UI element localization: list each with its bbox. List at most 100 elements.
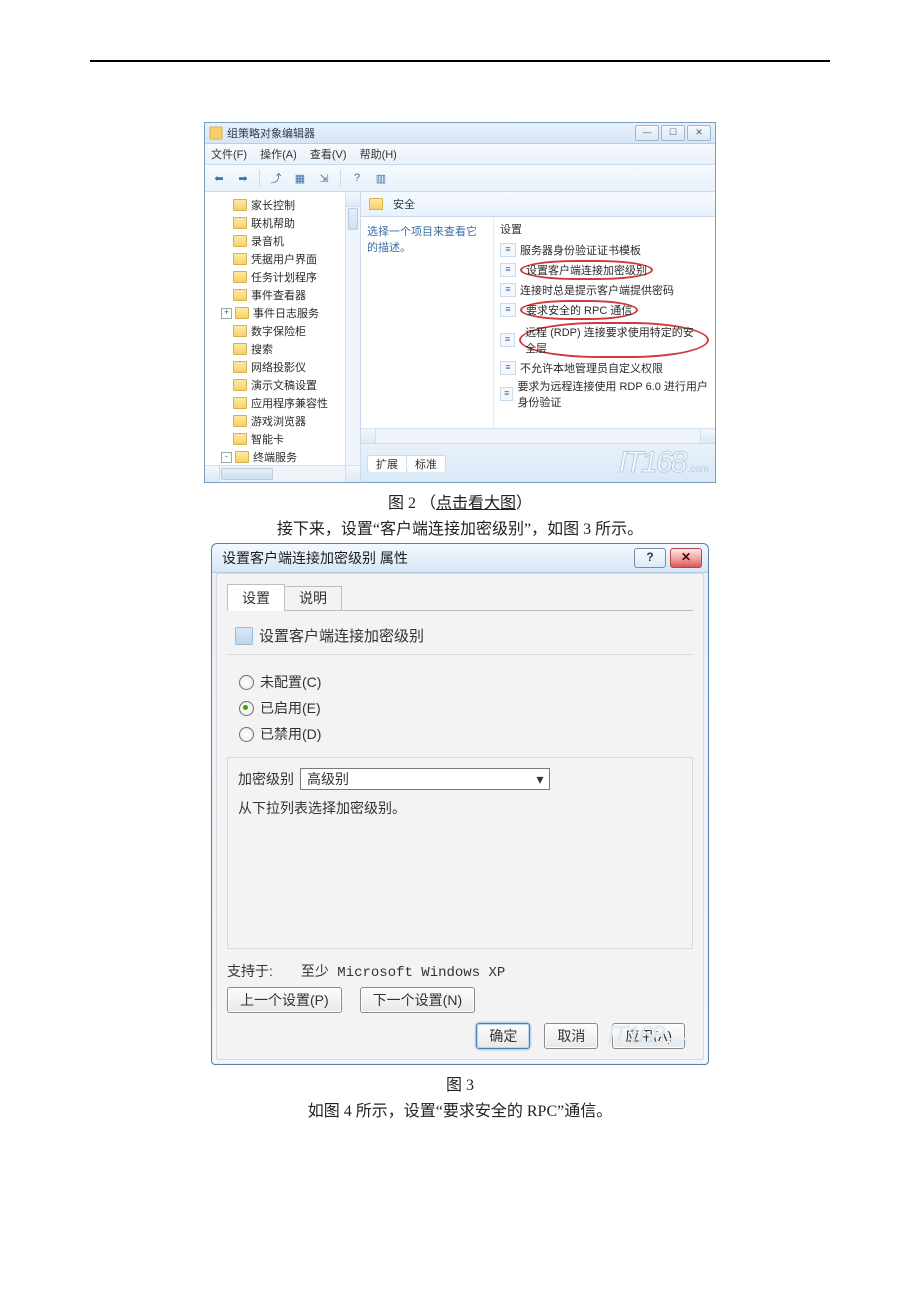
- filter-icon[interactable]: ▥: [371, 168, 391, 188]
- options-fieldset: 加密级别 高级别 ▾ 从下拉列表选择加密级别。: [227, 757, 693, 949]
- dialog-help-button[interactable]: ?: [634, 548, 666, 568]
- tree-item[interactable]: 联机帮助: [211, 214, 358, 232]
- tree-item-label: 智能卡: [251, 431, 284, 447]
- setting-icon: ≡: [500, 283, 516, 297]
- setting-label: 要求为远程连接使用 RDP 6.0 进行用户身份验证: [517, 378, 709, 410]
- tree-item[interactable]: 凭据用户界面: [211, 250, 358, 268]
- tree-scrollbar-h[interactable]: [205, 465, 360, 482]
- radio-enabled[interactable]: 已启用(E): [239, 695, 693, 721]
- next-setting-button[interactable]: 下一个设置(N): [360, 987, 475, 1013]
- setting-icon: ≡: [500, 303, 516, 317]
- tree-item[interactable]: - 终端服务: [211, 448, 358, 466]
- forward-icon[interactable]: ➡: [233, 168, 253, 188]
- tree-item-label: 联机帮助: [251, 215, 295, 231]
- setting-item[interactable]: ≡ 远程 (RDP) 连接要求使用特定的安全层: [500, 321, 709, 359]
- tab-standard[interactable]: 标准: [406, 455, 446, 472]
- help-icon[interactable]: ?: [347, 168, 367, 188]
- setting-item[interactable]: ≡ 要求安全的 RPC 通信: [500, 299, 709, 321]
- figure2-enlarge-link[interactable]: 点击看大图: [436, 495, 516, 512]
- minimize-button[interactable]: —: [635, 125, 659, 141]
- tree-item-label: 数字保险柜: [251, 323, 306, 339]
- folder-icon: [233, 235, 247, 247]
- tab-extended[interactable]: 扩展: [367, 455, 407, 472]
- ok-button[interactable]: 确定: [476, 1023, 530, 1049]
- tree-scrollbar-v[interactable]: [345, 192, 360, 466]
- radio-disabled[interactable]: 已禁用(D): [239, 721, 693, 747]
- setting-icon: ≡: [500, 361, 516, 375]
- supported-on-label: 支持于:: [227, 961, 273, 981]
- body-text-before-fig3: 接下来，设置“客户端连接加密级别”，如图 3 所示。: [180, 515, 740, 539]
- description-text: 选择一个项目来查看它的描述。: [367, 223, 487, 255]
- dropdown-label: 加密级别: [238, 769, 294, 789]
- radio-icon: [239, 701, 254, 716]
- folder-icon: [235, 451, 249, 463]
- dialog-close-button[interactable]: ✕: [670, 548, 702, 568]
- menu-view[interactable]: 查看(V): [310, 149, 347, 161]
- section-title: 设置客户端连接加密级别: [227, 621, 693, 655]
- watermark: IT168.com: [619, 446, 709, 480]
- tab-settings[interactable]: 设置: [227, 584, 285, 611]
- export-icon[interactable]: ⇲: [314, 168, 334, 188]
- tree-item[interactable]: 演示文稿设置: [211, 376, 358, 394]
- setting-item[interactable]: ≡ 服务器身份验证证书模板: [500, 241, 709, 259]
- dropdown-hint: 从下拉列表选择加密级别。: [238, 798, 682, 818]
- radio-icon: [239, 675, 254, 690]
- setting-icon: ≡: [500, 333, 515, 347]
- setting-item[interactable]: ≡要求为远程连接使用 RDP 6.0 进行用户身份验证: [500, 377, 709, 411]
- tree-item[interactable]: 数字保险柜: [211, 322, 358, 340]
- setting-label: 服务器身份验证证书模板: [520, 242, 641, 258]
- maximize-button[interactable]: ☐: [661, 125, 685, 141]
- tree-item[interactable]: 任务计划程序: [211, 268, 358, 286]
- setting-item[interactable]: ≡连接时总是提示客户端提供密码: [500, 281, 709, 299]
- tree-item[interactable]: 事件查看器: [211, 286, 358, 304]
- setting-item[interactable]: ≡不允许本地管理员自定义权限: [500, 359, 709, 377]
- folder-icon: [233, 253, 247, 265]
- figure2-caption: 图 2 （点击看大图）: [180, 489, 740, 513]
- setting-label: 要求安全的 RPC 通信: [520, 300, 638, 320]
- right-scrollbar-h[interactable]: [361, 428, 715, 443]
- tree-item[interactable]: 游戏浏览器: [211, 412, 358, 430]
- expand-icon[interactable]: +: [221, 308, 232, 319]
- tree-item[interactable]: 网络投影仪: [211, 358, 358, 376]
- menu-action[interactable]: 操作(A): [260, 149, 297, 161]
- folder-icon: [233, 361, 247, 373]
- radio-not-configured[interactable]: 未配置(C): [239, 669, 693, 695]
- select-value: 高级别: [307, 769, 349, 789]
- tree-item[interactable]: 录音机: [211, 232, 358, 250]
- tree-item-label: 事件日志服务: [253, 305, 319, 321]
- menubar: 文件(F) 操作(A) 查看(V) 帮助(H): [205, 144, 715, 165]
- tree-item[interactable]: 智能卡: [211, 430, 358, 448]
- tree-item-label: 终端服务: [253, 449, 297, 465]
- back-icon[interactable]: ⬅: [209, 168, 229, 188]
- tree-item[interactable]: 应用程序兼容性: [211, 394, 358, 412]
- setting-label: 远程 (RDP) 连接要求使用特定的安全层: [519, 322, 709, 358]
- right-header: 安全: [361, 192, 715, 217]
- tree-item-label: 游戏浏览器: [251, 413, 306, 429]
- menu-file[interactable]: 文件(F): [211, 149, 247, 161]
- encryption-level-select[interactable]: 高级别 ▾: [300, 768, 550, 790]
- tree-item[interactable]: 家长控制: [211, 196, 358, 214]
- tree-item[interactable]: 搜索: [211, 340, 358, 358]
- tree-item[interactable]: + 事件日志服务: [211, 304, 358, 322]
- previous-setting-button[interactable]: 上一个设置(P): [227, 987, 342, 1013]
- menu-help[interactable]: 帮助(H): [360, 149, 397, 161]
- tab-description[interactable]: 说明: [284, 586, 342, 611]
- toolbar: ⬅ ➡ ⤴ ▦ ⇲ ? ▥: [205, 165, 715, 192]
- folder-icon: [233, 343, 247, 355]
- tree-item-label: 演示文稿设置: [251, 377, 317, 393]
- setting-icon: ≡: [500, 243, 516, 257]
- setting-item[interactable]: ≡设置客户端连接加密级别: [500, 259, 709, 281]
- settings-header: 设置: [500, 221, 709, 237]
- up-icon[interactable]: ⤴: [266, 168, 286, 188]
- policy-icon: [235, 627, 253, 645]
- close-button[interactable]: ✕: [687, 125, 711, 141]
- dialog-titlebar: 设置客户端连接加密级别 属性 ? ✕: [212, 544, 708, 573]
- cancel-button[interactable]: 取消: [544, 1023, 598, 1049]
- apply-button[interactable]: 应用(A): [612, 1023, 685, 1049]
- dialog-title: 设置客户端连接加密级别 属性: [222, 548, 630, 568]
- show-icon[interactable]: ▦: [290, 168, 310, 188]
- expand-icon[interactable]: -: [221, 452, 232, 463]
- tree-item-label: 录音机: [251, 233, 284, 249]
- folder-icon: [233, 199, 247, 211]
- window-title: 组策略对象编辑器: [227, 125, 635, 141]
